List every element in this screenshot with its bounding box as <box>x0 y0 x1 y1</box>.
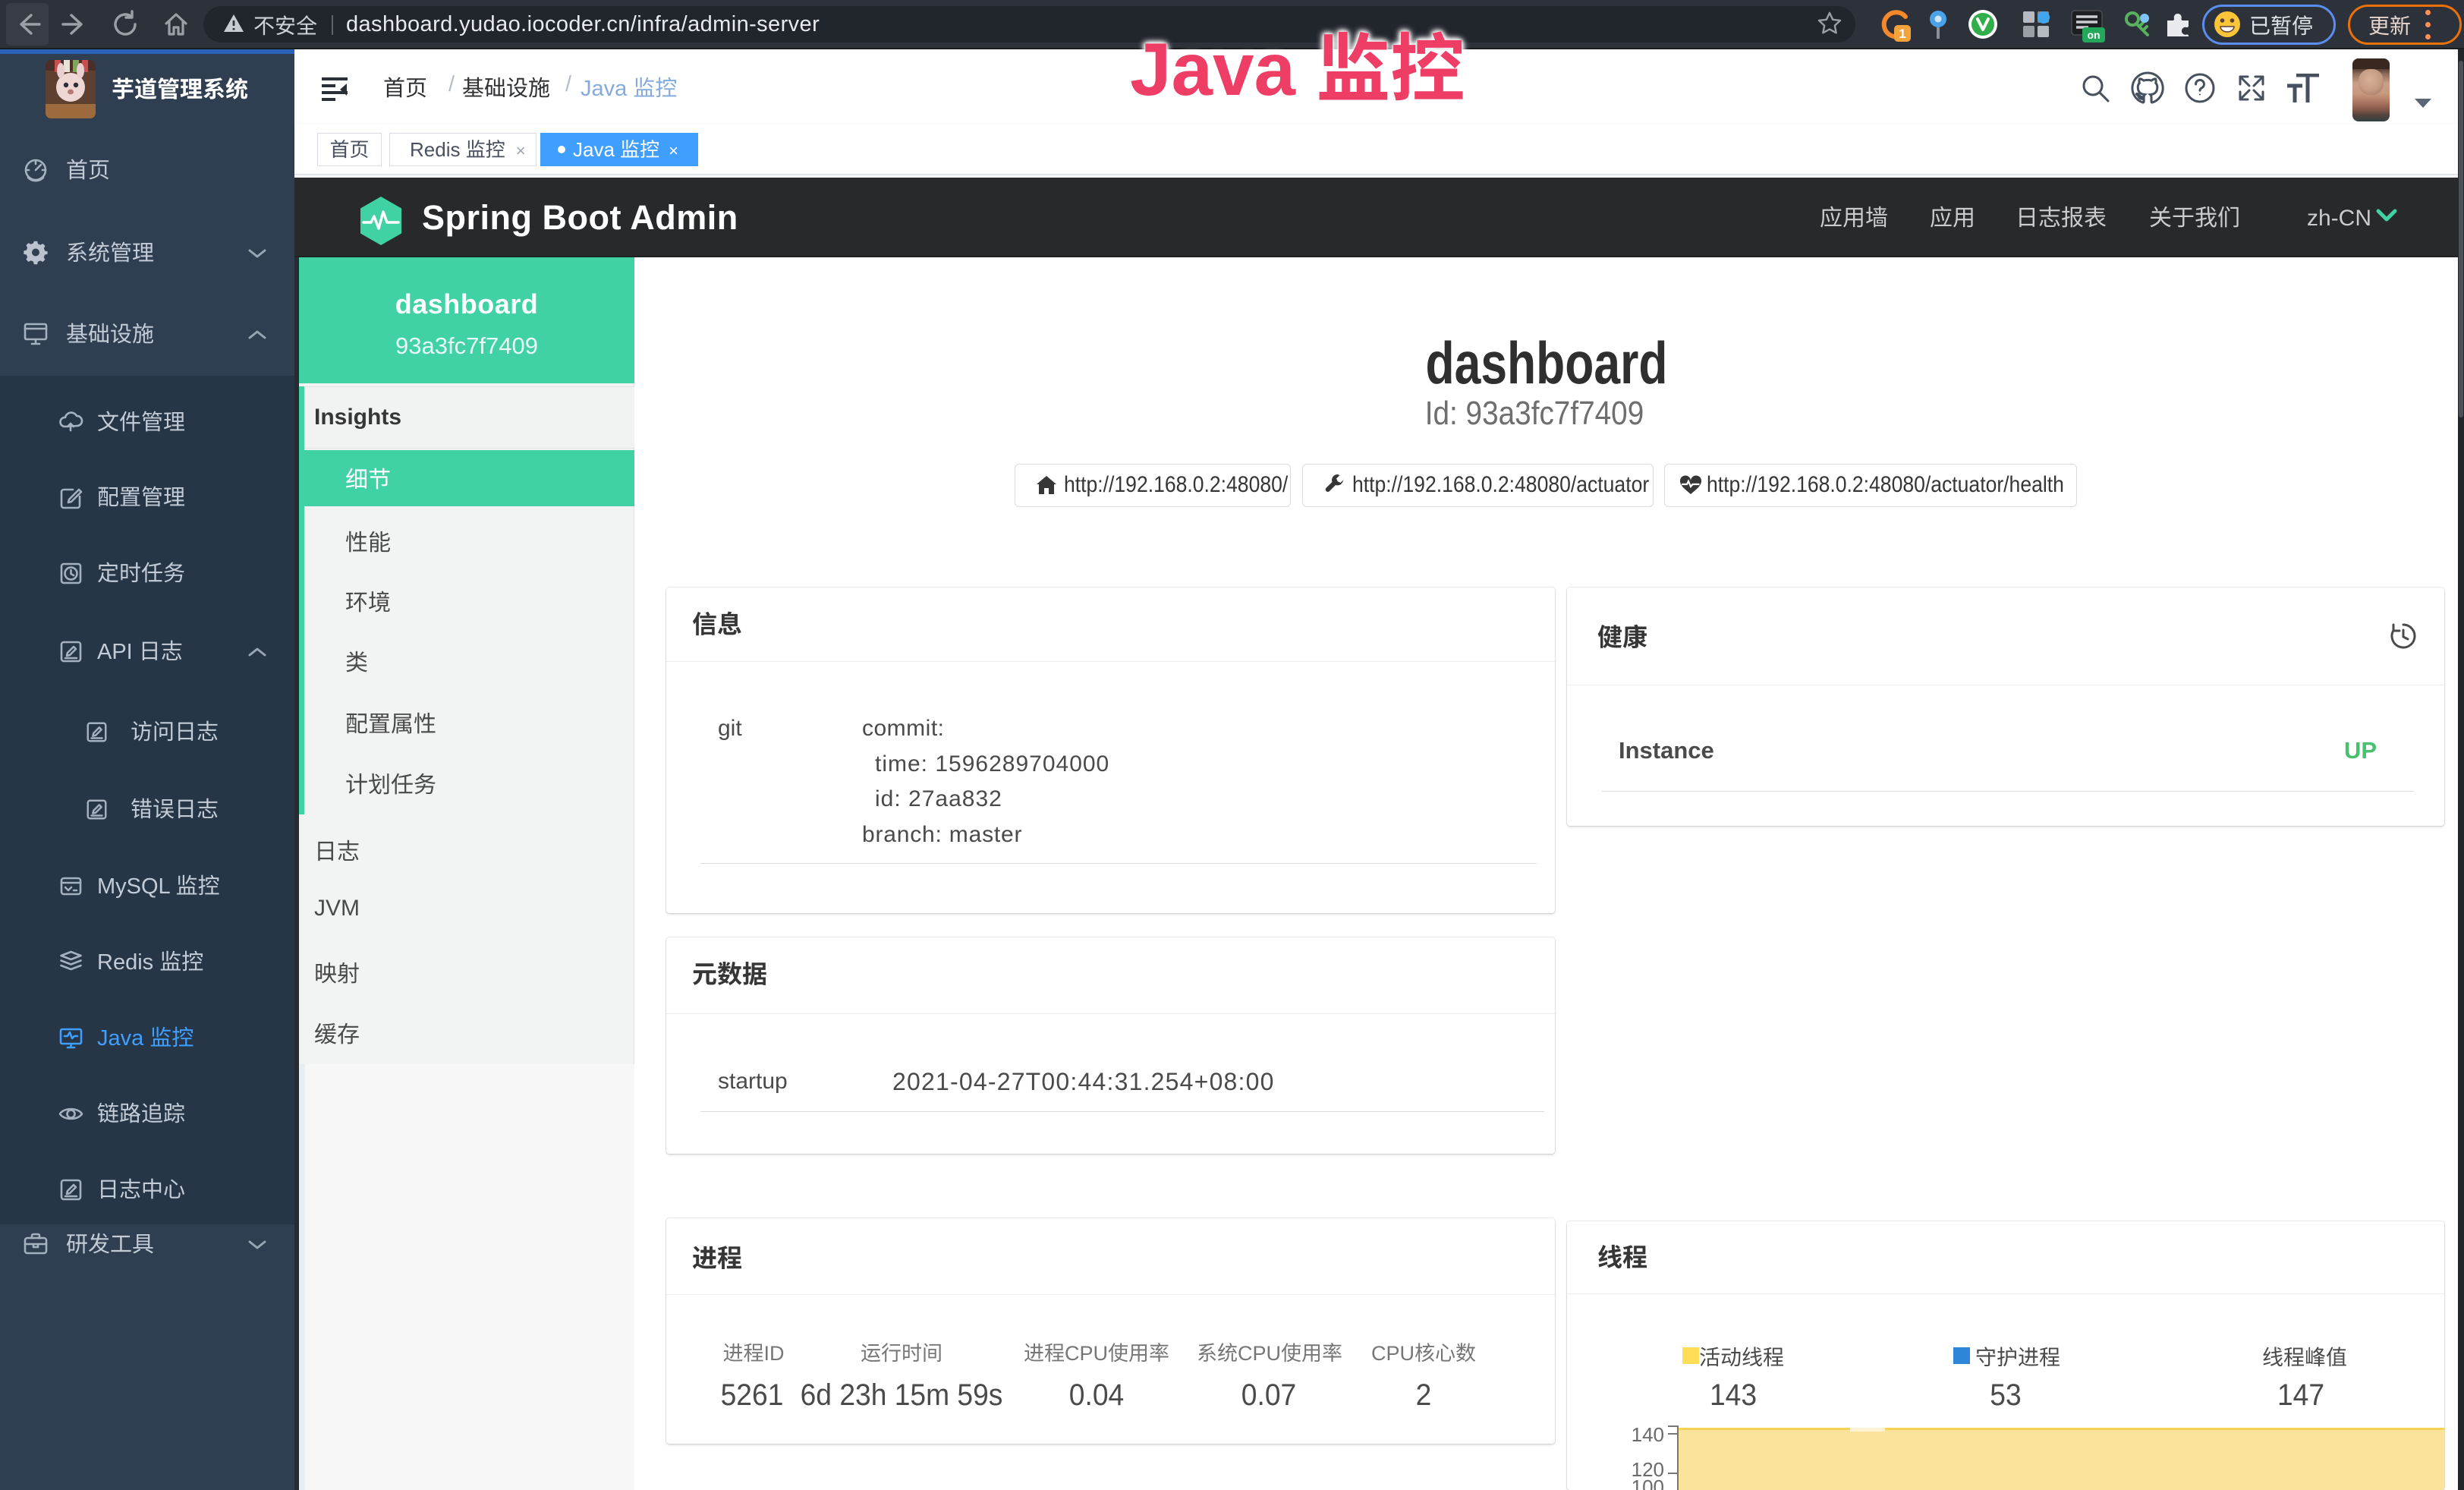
svg-text:1: 1 <box>1899 27 1905 41</box>
svg-text:on: on <box>2087 29 2100 41</box>
